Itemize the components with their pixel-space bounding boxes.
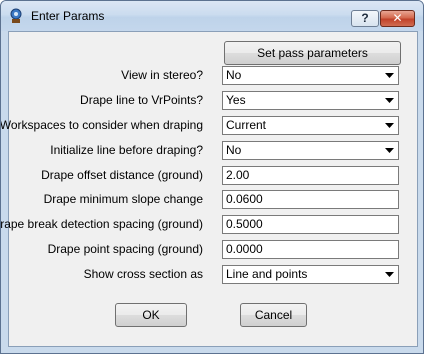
param-label: View in stereo? [121, 68, 203, 82]
param-value: No [226, 68, 242, 82]
param-dropdown[interactable]: Yes [222, 91, 399, 110]
cancel-button[interactable]: Cancel [240, 303, 307, 327]
param-label: Show cross section as [83, 267, 203, 281]
close-button[interactable]: ✕ [380, 10, 415, 27]
dropdown-arrow-icon[interactable] [382, 143, 397, 158]
dialog-window: Enter Params ? ✕ Set pass parameters OK … [0, 0, 424, 354]
param-dropdown[interactable]: No [222, 66, 399, 85]
ok-button[interactable]: OK [115, 303, 187, 327]
param-input[interactable]: 2.00 [222, 166, 399, 185]
app-icon [10, 8, 22, 23]
dialog-body: Set pass parameters OK Cancel View in st… [1, 31, 418, 347]
param-value: 0.0600 [226, 192, 263, 206]
param-label: Workspaces to consider when draping [0, 118, 203, 132]
dropdown-arrow-icon[interactable] [382, 93, 397, 108]
param-input[interactable]: 0.0000 [222, 240, 399, 259]
param-label: Initialize line before draping? [50, 143, 203, 157]
param-label: Drape offset distance (ground) [41, 168, 203, 182]
set-pass-parameters-button[interactable]: Set pass parameters [224, 41, 401, 65]
param-value: 2.00 [226, 168, 250, 182]
param-value: 0.0000 [226, 242, 263, 256]
param-label: Drape minimum slope change [43, 192, 203, 206]
dropdown-arrow-icon[interactable] [382, 68, 397, 83]
param-value: 0.5000 [226, 217, 263, 231]
param-input[interactable]: 0.5000 [222, 215, 399, 234]
param-label: Drape point spacing (ground) [47, 242, 203, 256]
param-dropdown[interactable]: Line and points [222, 265, 399, 284]
window-title: Enter Params [31, 9, 105, 23]
param-value: No [226, 143, 242, 157]
param-value: Line and points [226, 267, 308, 281]
param-input[interactable]: 0.0600 [222, 190, 399, 209]
param-label: Drape break detection spacing (ground) [0, 217, 203, 231]
param-value: Yes [226, 93, 246, 107]
title-bar[interactable]: Enter Params ? ✕ [1, 1, 423, 31]
help-button[interactable]: ? [351, 10, 379, 27]
param-dropdown[interactable]: Current [222, 116, 399, 135]
param-label: Drape line to VrPoints? [80, 93, 203, 107]
dropdown-arrow-icon[interactable] [382, 118, 397, 133]
param-dropdown[interactable]: No [222, 141, 399, 160]
dropdown-arrow-icon[interactable] [382, 267, 397, 282]
param-value: Current [226, 118, 267, 132]
